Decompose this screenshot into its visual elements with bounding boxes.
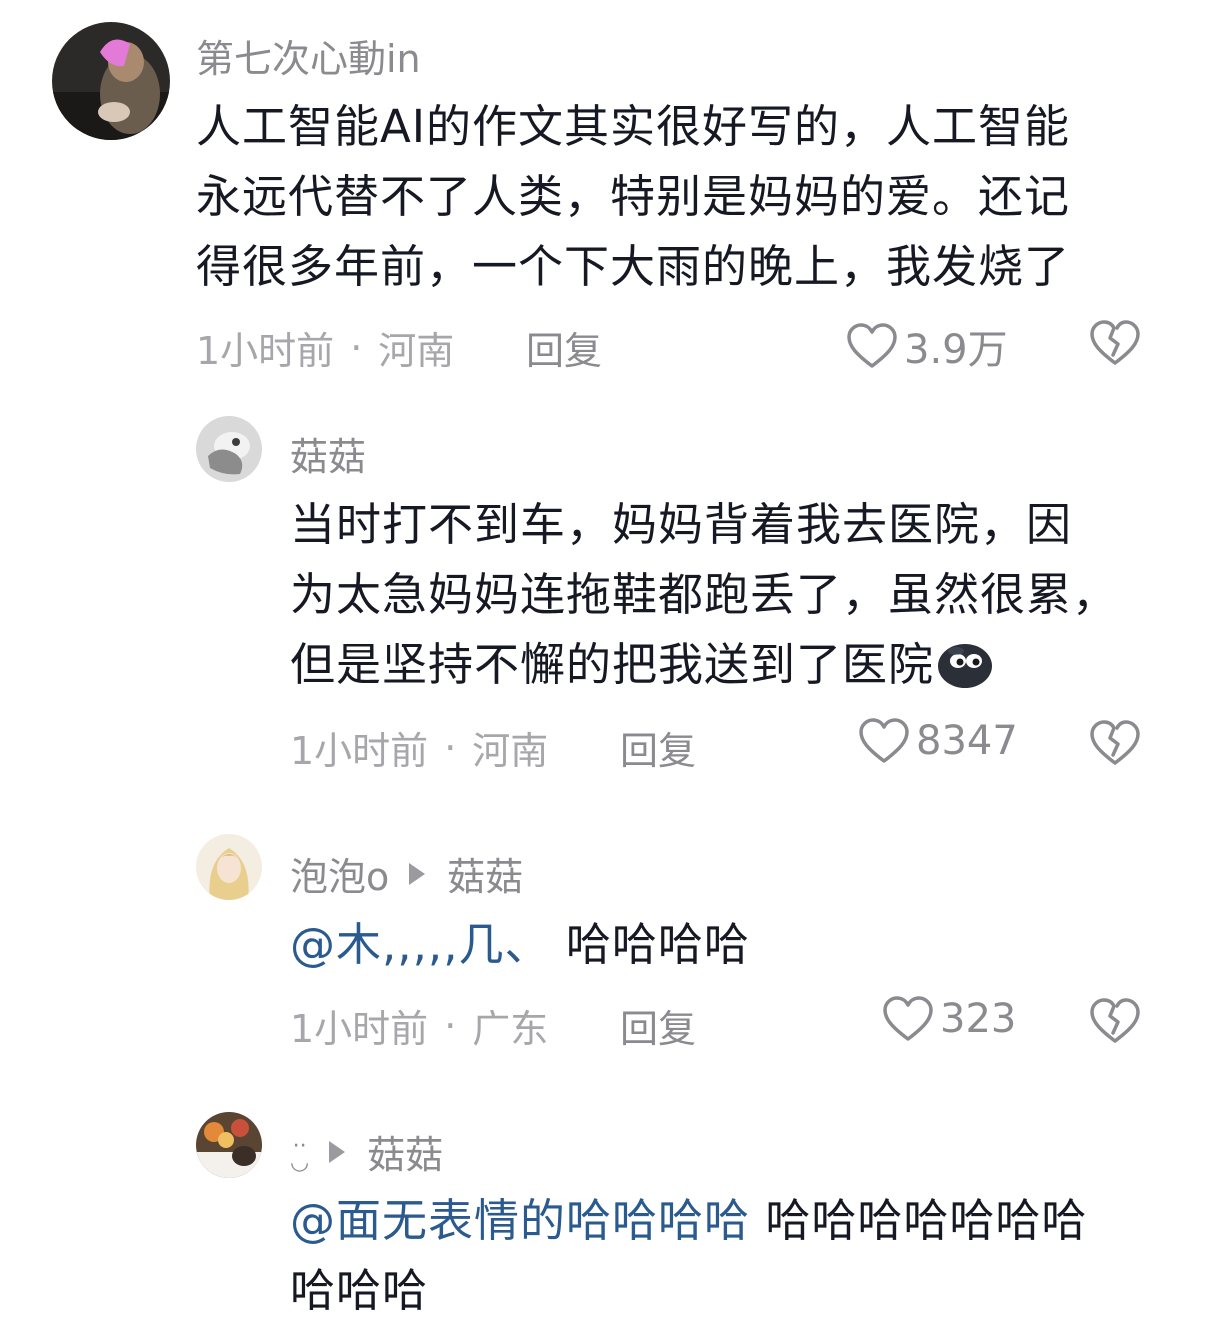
comment-text: 人工智能AI的作文其实很好写的，人工智能 永远代替不了人类，特别是妈妈的爱。还记…	[196, 92, 1070, 302]
comment-text-segment: 但是坚持不懈的把我送到了医院	[290, 638, 935, 691]
comment-text-line: 人工智能AI的作文其实很好写的，人工智能	[196, 100, 1071, 153]
comment-text: 当时打不到车，妈妈背着我去医院，因 为太急妈妈连拖鞋都跑丢了，虽然很累， 但是坚…	[290, 490, 1118, 700]
timestamp: 1小时前	[290, 1007, 429, 1051]
broken-heart-icon	[1090, 720, 1140, 765]
username[interactable]: 第七次心動in	[196, 28, 421, 83]
reply-button[interactable]: 回复	[526, 320, 602, 375]
broken-heart-icon	[1090, 320, 1140, 365]
location: 河南	[472, 729, 549, 773]
avatar[interactable]	[196, 1112, 262, 1178]
avatar[interactable]	[196, 416, 262, 482]
separator: ·	[444, 1003, 457, 1048]
comment-meta: 1小时前 · 河南	[290, 720, 548, 775]
username[interactable]: ·· ◡ 菇菇	[290, 1124, 443, 1179]
dislike-button[interactable]	[1089, 719, 1141, 767]
comment-text-line: @木,,,,,几、 哈哈哈哈	[290, 910, 750, 980]
comment-text-line: 为太急妈妈连拖鞋都跑丢了，虽然很累，	[290, 568, 1119, 621]
like-button[interactable]: 8347	[858, 717, 1018, 765]
comment-text-line: 永远代替不了人类，特别是妈妈的爱。还记	[196, 170, 1071, 223]
username[interactable]: 菇菇	[290, 426, 366, 481]
like-button[interactable]: 3.9万	[846, 317, 1008, 375]
comment-text-segment: 哈哈哈哈	[565, 918, 750, 971]
timestamp: 1小时前	[290, 729, 429, 773]
comment-meta: 1小时前 · 广东	[290, 998, 548, 1053]
comment-text-line: 得很多年前，一个下大雨的晚上，我发烧了	[196, 240, 1071, 293]
avatar-photo-icon	[196, 834, 262, 900]
reply-arrow-icon	[329, 1140, 346, 1163]
broken-heart-icon	[1090, 998, 1140, 1043]
comment-text: @面无表情的哈哈哈哈 哈哈哈哈哈哈哈 哈哈哈	[290, 1186, 1087, 1326]
black-blob-emoji-icon	[936, 639, 994, 689]
username-text: 泡泡o	[290, 855, 390, 899]
reply-button[interactable]: 回复	[620, 720, 696, 775]
heart-icon	[847, 323, 897, 368]
comment-meta: 1小时前 · 河南	[196, 320, 454, 375]
timestamp: 1小时前	[196, 329, 335, 373]
comment-text-line: 当时打不到车，妈妈背着我去医院，因	[290, 498, 1073, 551]
location: 河南	[378, 329, 455, 373]
mention-link[interactable]: @面无表情的哈哈哈哈	[290, 1194, 750, 1247]
like-count: 323	[940, 996, 1017, 1042]
like-count: 3.9万	[904, 327, 1008, 373]
heart-icon	[883, 996, 933, 1041]
username-text: ·· ◡	[290, 1133, 310, 1175]
reply-to-username[interactable]: 菇菇	[367, 1124, 443, 1179]
reply-to-username[interactable]: 菇菇	[447, 846, 523, 901]
avatar[interactable]	[196, 834, 262, 900]
avatar-photo-icon	[196, 416, 262, 482]
dislike-button[interactable]	[1089, 997, 1141, 1045]
mention-link[interactable]: @木,,,,,几、	[290, 918, 551, 971]
comment-text-segment: 哈哈哈哈哈哈哈	[765, 1194, 1088, 1247]
avatar[interactable]	[52, 22, 170, 140]
comment-text-line: @面无表情的哈哈哈哈 哈哈哈哈哈哈哈	[290, 1186, 1087, 1256]
username[interactable]: 泡泡o 菇菇	[290, 846, 523, 901]
like-button[interactable]: 323	[882, 995, 1016, 1043]
heart-icon	[859, 718, 909, 763]
comment-text-line: 但是坚持不懈的把我送到了医院	[290, 630, 1118, 700]
like-count: 8347	[916, 718, 1018, 764]
location: 广东	[472, 1007, 549, 1051]
comment-text: @木,,,,,几、 哈哈哈哈	[290, 910, 750, 980]
separator: ·	[350, 325, 363, 370]
separator: ·	[444, 725, 457, 770]
comment-text-line: 哈哈哈	[290, 1264, 429, 1317]
reply-arrow-icon	[409, 862, 426, 885]
avatar-photo-icon	[196, 1112, 262, 1178]
reply-button[interactable]: 回复	[620, 998, 696, 1053]
dislike-button[interactable]	[1089, 319, 1141, 367]
avatar-photo-icon	[52, 22, 170, 140]
